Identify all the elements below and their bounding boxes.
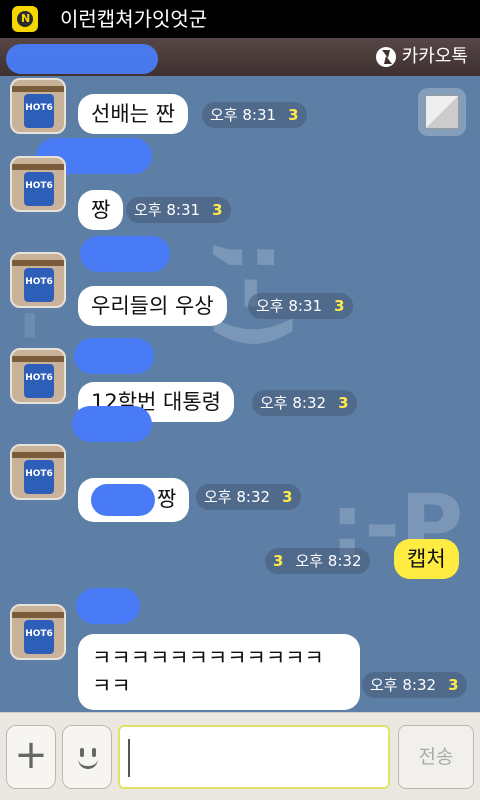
unread-count: 3 — [334, 297, 345, 315]
message-time: 오후 8:32 — [260, 394, 327, 412]
message-bubble[interactable]: ㅋㅋㅋㅋㅋㅋㅋㅋㅋㅋㅋㅋ ㅋㅋ — [78, 634, 360, 710]
text-cursor — [128, 739, 130, 777]
message-bubble[interactable]: 우리들의 우상 — [78, 286, 227, 326]
sender-avatar[interactable]: HOT6 — [10, 78, 66, 134]
status-bar: N 이런캡쳐가잇엇군 — [0, 0, 480, 38]
unread-count: 3 — [448, 676, 459, 694]
sender-avatar[interactable]: HOT6 — [10, 348, 66, 404]
message-meta: 오후 8:31 3 — [126, 197, 231, 223]
kakaotalk-brand: 카카오톡 — [375, 46, 468, 68]
brand-label: 카카오톡 — [401, 46, 468, 67]
chat-title-bar: 카카오톡 — [0, 38, 480, 76]
message-meta: 오후 8:32 3 — [252, 390, 357, 416]
send-button[interactable]: 전송 — [398, 725, 474, 789]
sender-name-redacted — [74, 338, 154, 374]
unread-count: 3 — [282, 488, 293, 506]
message-text: 짱 — [157, 487, 177, 511]
message-time: 오후 8:31 — [256, 297, 323, 315]
sender-avatar[interactable]: HOT6 — [10, 252, 66, 308]
sender-name-redacted — [72, 406, 152, 442]
message-meta: 오후 8:31 3 — [202, 102, 307, 128]
message-time: 오후 8:31 — [134, 201, 201, 219]
unread-count: 3 — [212, 201, 223, 219]
message-time: 오후 8:32 — [370, 676, 437, 694]
chat-menu-button[interactable] — [418, 88, 466, 136]
unread-count: 3 — [288, 106, 299, 124]
plus-icon[interactable]: + — [6, 725, 56, 789]
sender-avatar[interactable]: HOT6 — [10, 444, 66, 500]
message-meta: 오후 8:32 3 — [362, 672, 467, 698]
message-input-bar: + 전송 — [0, 712, 480, 800]
kakaotalk-bolt-icon — [375, 47, 396, 67]
sender-avatar[interactable]: HOT6 — [10, 156, 66, 212]
notification-title: 이런캡쳐가잇엇군 — [60, 7, 208, 31]
kakao-notification-icon: N — [12, 6, 38, 32]
chat-room-name-redacted — [6, 44, 158, 74]
unread-count: 3 — [273, 552, 284, 570]
sender-name-redacted — [76, 588, 140, 624]
message-meta: 3 오후 8:32 — [265, 548, 370, 574]
unread-count: 3 — [338, 394, 349, 412]
message-bubble[interactable]: 선배는 짠 — [78, 94, 188, 134]
message-time: 오후 8:31 — [210, 106, 277, 124]
emoticon-icon[interactable] — [62, 725, 112, 789]
sender-name-redacted — [80, 236, 170, 272]
message-meta: 오후 8:32 3 — [196, 484, 301, 510]
message-input[interactable] — [118, 725, 390, 789]
message-bubble[interactable]: 짱 — [78, 478, 190, 522]
my-message-bubble[interactable]: 캡처 — [394, 539, 459, 579]
message-bubble[interactable]: 짱 — [78, 190, 124, 230]
chat-area[interactable]: ' ;-) :-P HOT6 선배는 짠 오후 8:313 HOT6 짱 오후 … — [0, 76, 480, 712]
message-part-redacted — [91, 484, 155, 516]
message-meta: 오후 8:31 3 — [248, 293, 353, 319]
message-time: 오후 8:32 — [295, 552, 362, 570]
message-time: 오후 8:32 — [204, 488, 271, 506]
sender-avatar[interactable]: HOT6 — [10, 604, 66, 660]
